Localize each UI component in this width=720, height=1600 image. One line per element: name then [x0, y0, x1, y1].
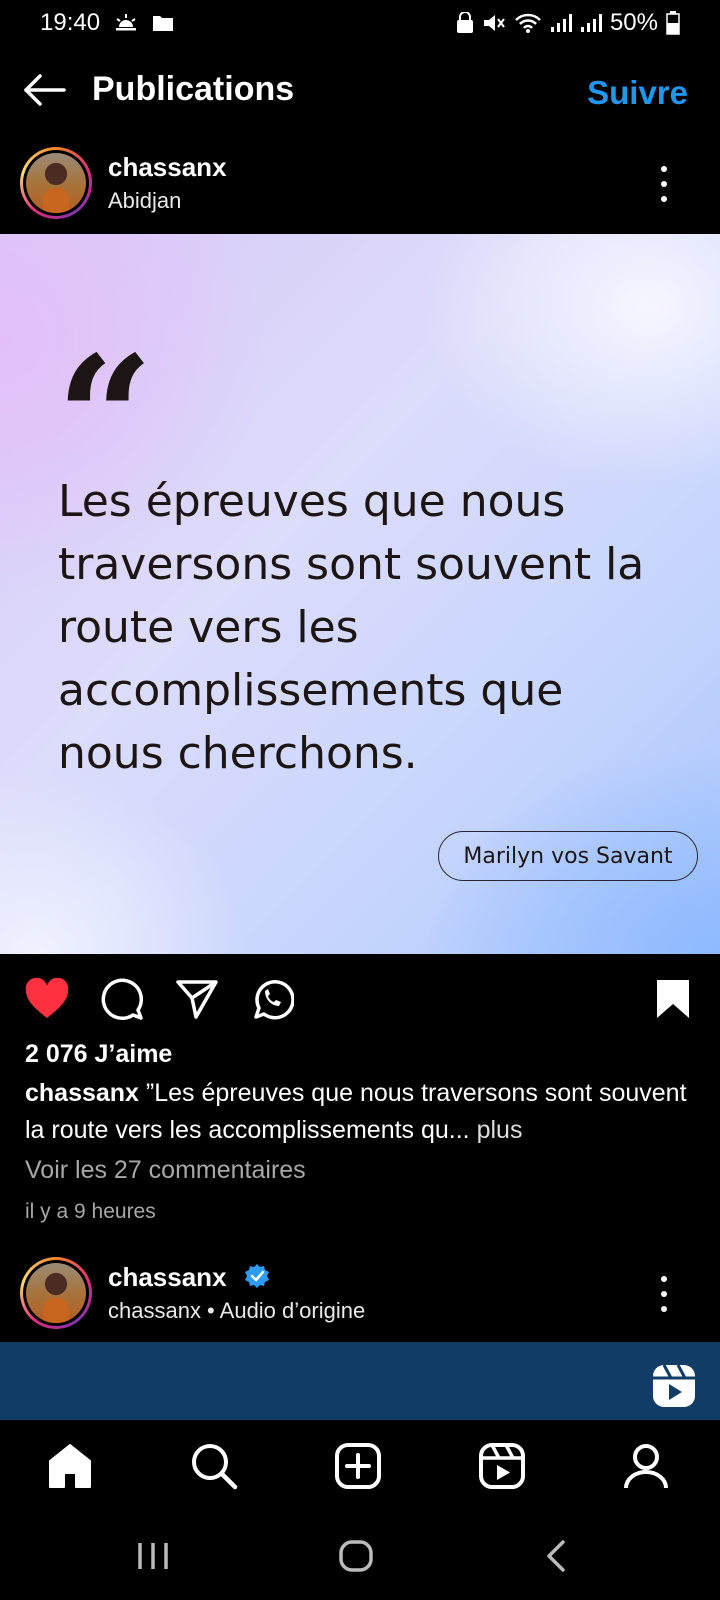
quote-author-badge: Marilyn vos Savant: [438, 831, 698, 881]
post-timestamp: il y a 9 heures: [25, 1200, 156, 1223]
dot-icon: [661, 1291, 667, 1297]
quote-text: Les épreuves que nous traversons sont so…: [58, 476, 645, 779]
profile-icon: [624, 1444, 668, 1489]
avatar-image: [26, 1263, 86, 1323]
likes-count[interactable]: 2 076 J’aime: [25, 1040, 172, 1069]
verified-badge-icon: [244, 1263, 270, 1296]
home-system-button[interactable]: [338, 1538, 374, 1574]
dot-icon: [661, 181, 667, 187]
post-header: chassanx Abidjan: [0, 140, 720, 230]
avatar[interactable]: [20, 147, 92, 219]
next-post-username-text: chassanx: [108, 1262, 227, 1292]
more-options-button[interactable]: [652, 1276, 676, 1312]
comment-button[interactable]: [97, 974, 147, 1024]
back-system-button[interactable]: [544, 1538, 568, 1574]
signal-icon: [550, 13, 572, 33]
chevron-left-icon: [547, 1540, 565, 1572]
bottom-navigation: [0, 1424, 720, 1504]
home-button-icon: [339, 1540, 373, 1572]
nav-profile[interactable]: [620, 1440, 672, 1492]
battery-icon: [666, 11, 680, 35]
post-caption: chassanx ”Les épreuves que nous traverso…: [25, 1075, 705, 1149]
search-icon: [192, 1444, 238, 1490]
nav-home[interactable]: [44, 1440, 96, 1492]
whatsapp-icon: [254, 980, 294, 1020]
post-actions: [0, 960, 720, 1040]
post-location[interactable]: Abidjan: [108, 188, 181, 214]
avatar-image: [26, 153, 86, 213]
recent-apps-icon: [138, 1543, 168, 1569]
arrow-left-icon: [24, 74, 66, 106]
recent-apps-button[interactable]: [136, 1538, 170, 1574]
reels-badge-icon: [652, 1364, 696, 1413]
post-username[interactable]: chassanx: [108, 152, 227, 183]
signal-icon: [580, 13, 602, 33]
status-time: 19:40: [40, 9, 101, 36]
system-navigation: [0, 1510, 720, 1600]
dot-icon: [661, 1276, 667, 1282]
dot-icon: [661, 196, 667, 202]
heart-icon: [25, 978, 69, 1018]
top-header: Publications Suivre: [0, 56, 720, 126]
status-bar: 19:40 50%: [0, 0, 720, 46]
save-button[interactable]: [648, 974, 698, 1024]
send-icon: [176, 980, 218, 1019]
next-post-audio[interactable]: chassanx • Audio d’origine: [108, 1298, 365, 1324]
nav-create[interactable]: [332, 1440, 384, 1492]
wifi-icon: [514, 12, 542, 34]
weather-icon: [114, 13, 138, 33]
lock-icon: [456, 12, 474, 34]
bookmark-icon: [657, 980, 689, 1018]
back-button[interactable]: [22, 70, 68, 110]
dot-icon: [661, 166, 667, 172]
view-comments-link[interactable]: Voir les 27 commentaires: [25, 1156, 306, 1185]
whatsapp-share-button[interactable]: [247, 974, 297, 1024]
follow-button[interactable]: Suivre: [587, 74, 688, 112]
folder-icon: [152, 14, 174, 32]
share-button[interactable]: [172, 974, 222, 1024]
nav-reels[interactable]: [476, 1440, 528, 1492]
more-options-button[interactable]: [652, 166, 676, 202]
comment-icon: [101, 978, 144, 1021]
avatar[interactable]: [20, 1257, 92, 1329]
like-button[interactable]: [22, 974, 72, 1024]
mute-icon: [482, 12, 506, 34]
create-icon: [335, 1443, 381, 1489]
page-title: Publications: [92, 70, 295, 108]
reels-icon: [479, 1443, 525, 1489]
next-post-username[interactable]: chassanx: [108, 1262, 270, 1296]
caption-username[interactable]: chassanx: [25, 1079, 139, 1107]
battery-percent: 50%: [609, 9, 658, 36]
next-post-media[interactable]: [0, 1342, 720, 1420]
caption-more-link[interactable]: plus: [477, 1116, 523, 1144]
next-post-header: chassanx chassanx • Audio d’origine: [0, 1250, 720, 1340]
post-image[interactable]: “ Les épreuves que nous traversons sont …: [0, 234, 720, 954]
nav-search[interactable]: [188, 1440, 240, 1492]
dot-icon: [661, 1306, 667, 1312]
home-icon: [49, 1444, 91, 1488]
